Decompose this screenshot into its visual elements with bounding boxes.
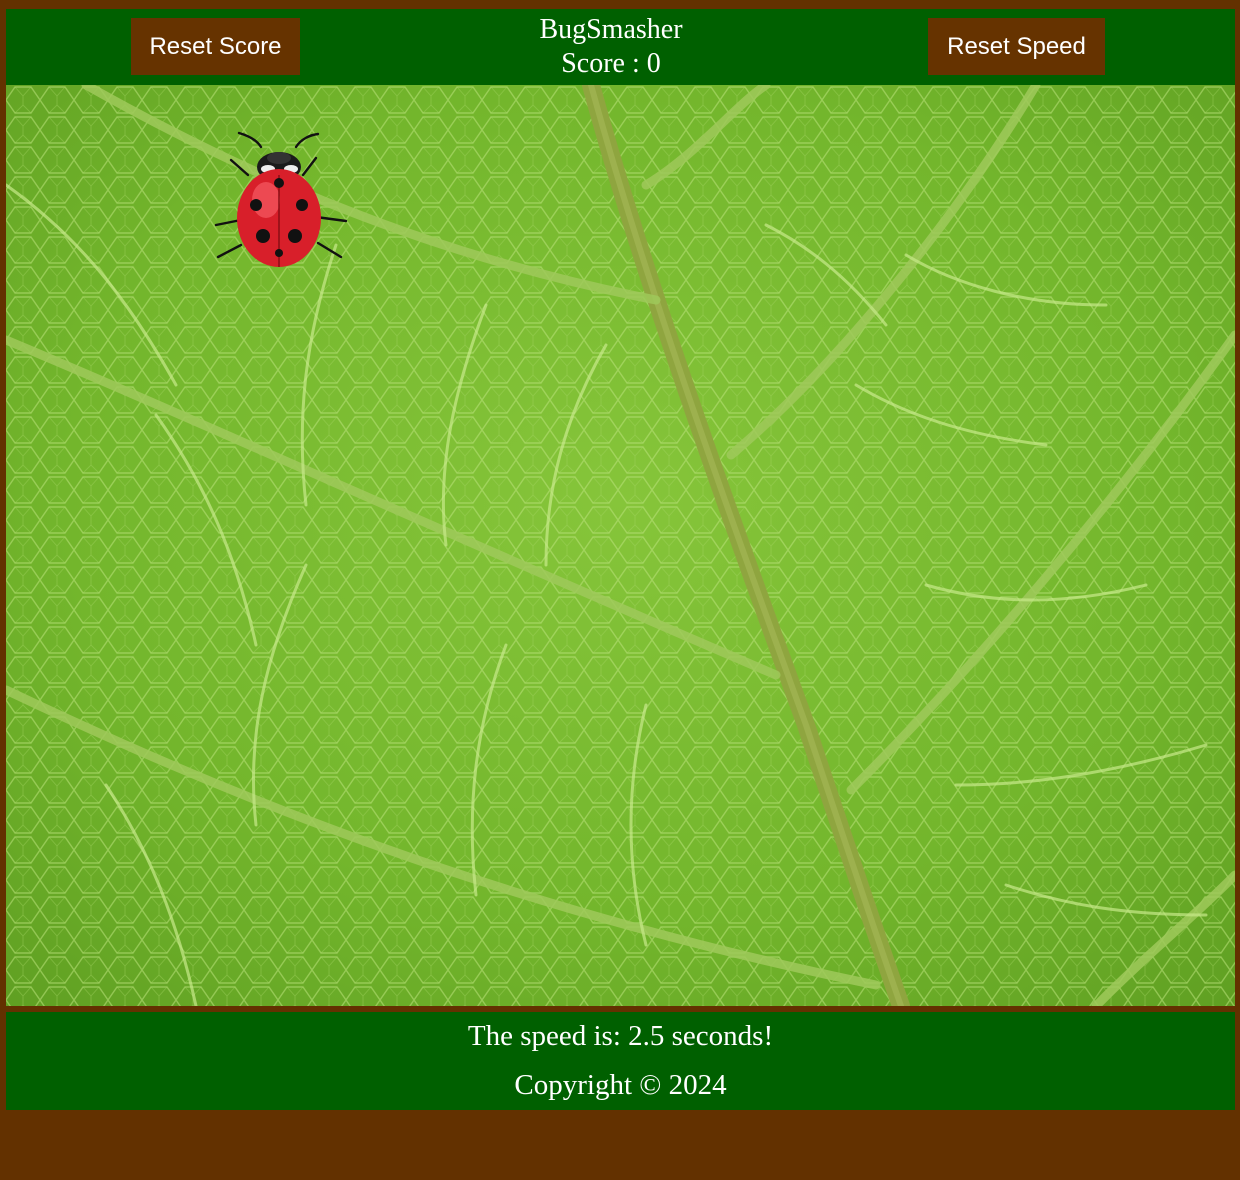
ladybug-icon[interactable] xyxy=(206,125,356,275)
game-board[interactable] xyxy=(6,85,1235,1006)
speed-status: The speed is: 2.5 seconds! xyxy=(467,1020,774,1052)
copyright-text: Copyright © 2024 xyxy=(514,1069,727,1101)
footer-bar: The speed is: 2.5 seconds! Copyright © 2… xyxy=(6,1012,1235,1110)
title-block: BugSmasher Score : 0 xyxy=(456,13,766,81)
score-display: Score : 0 xyxy=(561,48,661,79)
game-title: BugSmasher xyxy=(539,14,683,45)
leaf-background xyxy=(6,85,1235,1006)
reset-score-button[interactable]: Reset Score xyxy=(131,18,300,75)
reset-speed-button[interactable]: Reset Speed xyxy=(928,18,1105,75)
header-bar: Reset Score BugSmasher Score : 0 Reset S… xyxy=(6,9,1235,85)
